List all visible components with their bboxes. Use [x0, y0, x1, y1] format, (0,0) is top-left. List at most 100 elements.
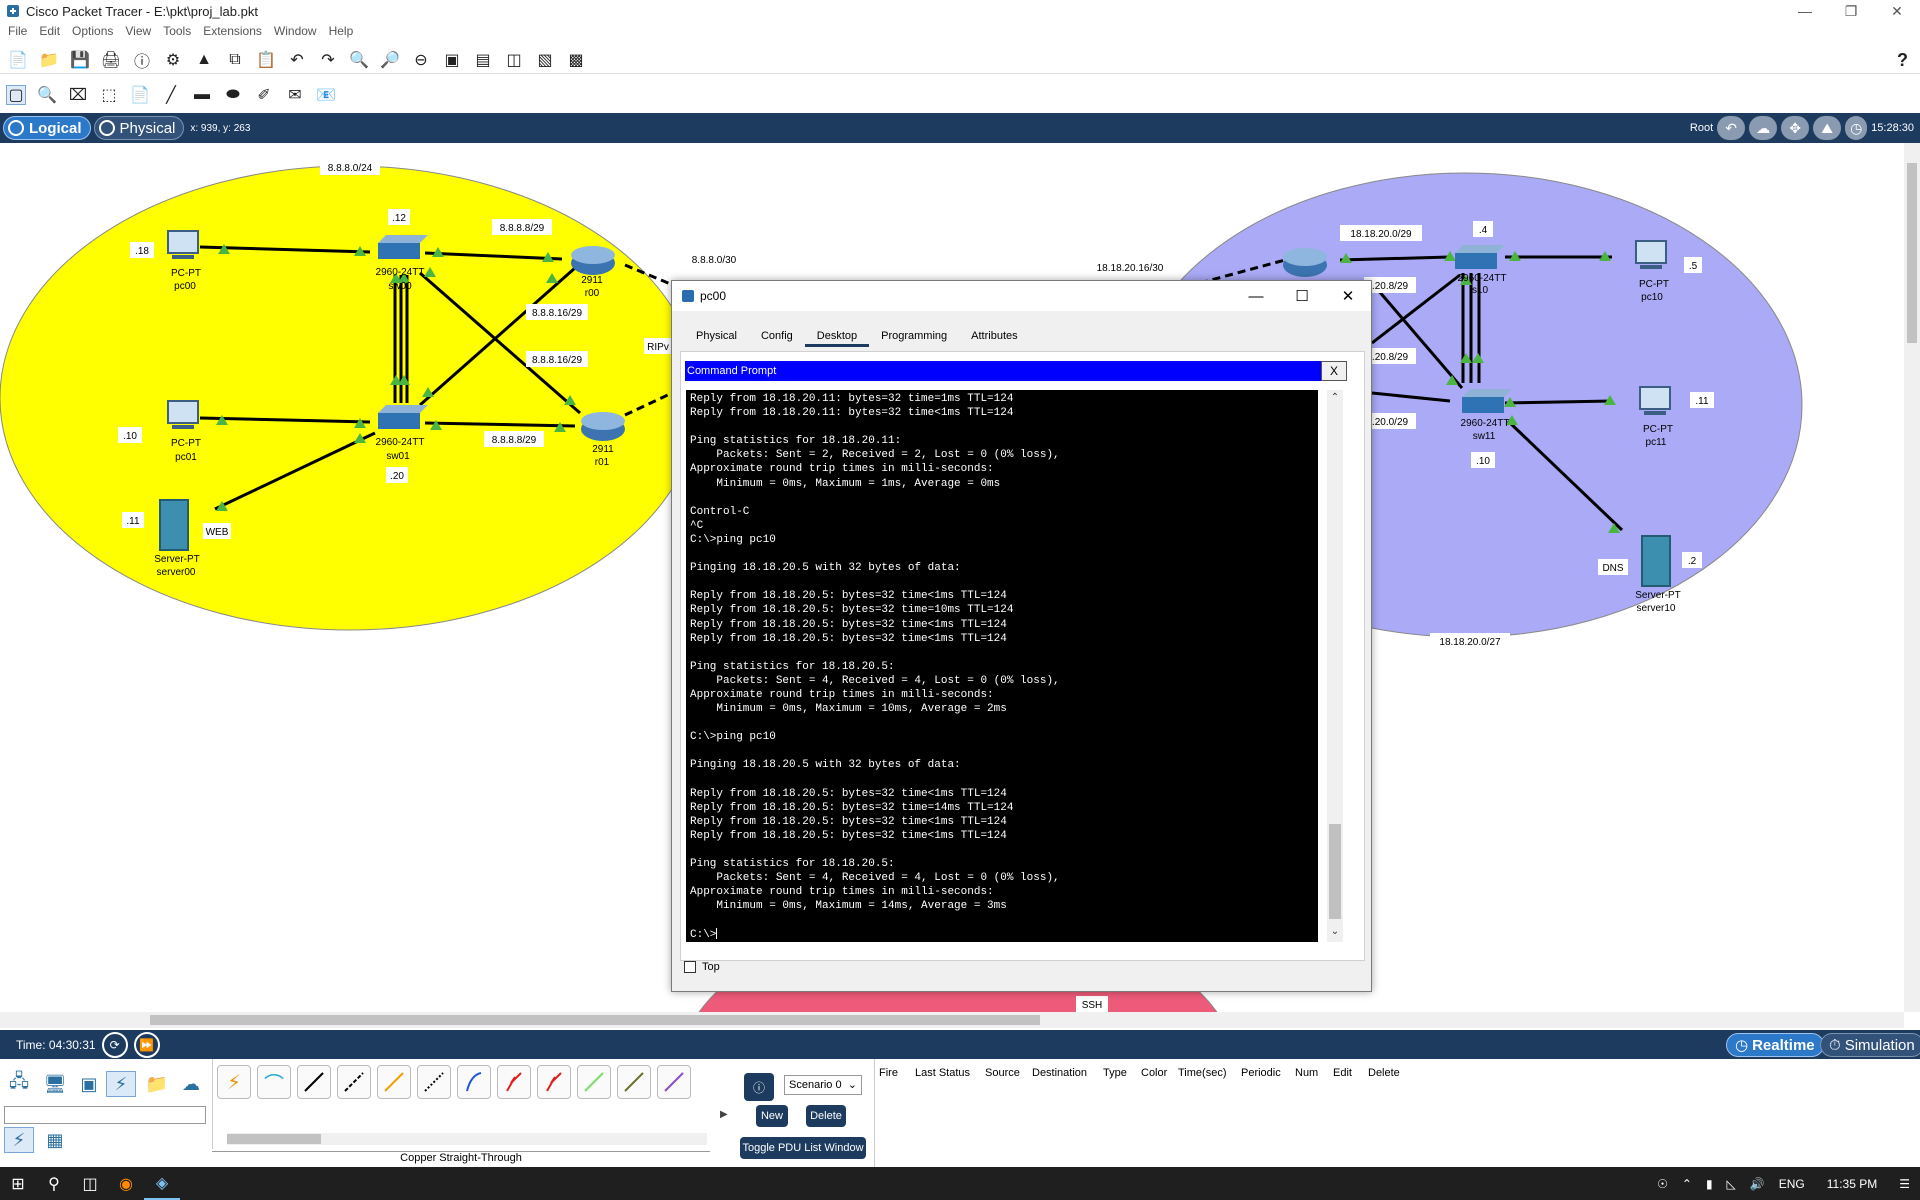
undo-icon[interactable]: ↶ [287, 50, 307, 70]
dialog-maximize-button[interactable]: ☐ [1279, 281, 1325, 311]
top-checkbox-row[interactable]: Top [684, 961, 720, 973]
language-label[interactable]: ENG [1779, 1177, 1805, 1191]
iot-cable-icon[interactable] [617, 1065, 651, 1099]
tab-programming[interactable]: Programming [869, 327, 959, 347]
info-icon[interactable]: ⓘ [132, 50, 152, 71]
copper-cross-icon[interactable] [337, 1065, 371, 1099]
close-button[interactable]: ✕ [1874, 0, 1920, 22]
resize-icon[interactable]: ⬚ [99, 85, 119, 105]
back-icon[interactable]: ↶ [1717, 116, 1746, 140]
misc-icon[interactable]: 📁 [142, 1071, 172, 1097]
new-scenario-button[interactable]: New [756, 1105, 788, 1127]
zoom-out-icon[interactable]: ⊖ [411, 50, 431, 70]
physical-icon[interactable]: ▩ [566, 50, 586, 70]
menu-window[interactable]: Window [274, 24, 317, 42]
scroll-down-icon[interactable]: ⌄ [1327, 926, 1343, 940]
connection-type-icon[interactable]: ⚡ [4, 1127, 34, 1153]
menu-edit[interactable]: Edit [39, 24, 60, 42]
zoom-in-icon[interactable]: 🔍 [349, 50, 369, 70]
scenario-info-icon[interactable]: ⓘ [744, 1073, 774, 1101]
menu-view[interactable]: View [125, 24, 151, 42]
freeform-icon[interactable]: ✐ [254, 85, 274, 105]
line-draw-icon[interactable]: ╱ [161, 85, 181, 105]
scenario-select[interactable]: Scenario 0 ⌄ [784, 1075, 862, 1095]
open-folder-icon[interactable]: 📁 [39, 50, 59, 70]
collapse-arrow-icon[interactable]: ▶ [720, 1109, 728, 1120]
realtime-tab[interactable]: ◷ Realtime [1726, 1033, 1824, 1057]
terminal-screen[interactable]: Reply from 18.18.20.11: bytes=32 time=1m… [686, 390, 1318, 942]
end-devices-icon[interactable]: 🖥 [40, 1071, 70, 1097]
viewport-icon[interactable]: ◫ [504, 50, 524, 70]
workspace-horizontal-scrollbar[interactable] [0, 1012, 1904, 1028]
activity-wizard-icon[interactable]: ▲ [194, 50, 214, 70]
r00-device[interactable] [571, 246, 615, 275]
menu-extensions[interactable]: Extensions [203, 24, 262, 42]
volume-icon[interactable]: 🔊 [1750, 1177, 1765, 1191]
complex-pdu-icon[interactable]: 📧 [316, 85, 336, 105]
serial-dte-icon[interactable] [537, 1065, 571, 1099]
fast-forward-icon[interactable]: ⏩ [133, 1031, 160, 1058]
connections-icon[interactable]: ⚡ [106, 1071, 136, 1097]
components-icon[interactable]: ▣ [74, 1071, 104, 1097]
server00-device[interactable] [159, 499, 189, 551]
simple-pdu-icon[interactable]: ✉ [285, 85, 305, 105]
ellipse-icon[interactable]: ⬬ [223, 85, 243, 105]
octal-cable-icon[interactable] [577, 1065, 611, 1099]
notifications-icon[interactable]: ☰ [1899, 1177, 1910, 1191]
physical-tab[interactable]: Physical [93, 116, 185, 140]
print-icon[interactable]: 🖨 [101, 50, 121, 70]
redo-icon[interactable]: ↷ [318, 50, 338, 70]
logical-tab[interactable]: Logical [3, 116, 91, 140]
tray-chevron-icon[interactable]: ⌃ [1682, 1177, 1692, 1191]
server10-device[interactable] [1641, 535, 1671, 587]
scroll-up-icon[interactable]: ⌃ [1327, 392, 1343, 406]
fiber-icon[interactable] [377, 1065, 411, 1099]
zoom-reset-icon[interactable]: 🔎 [380, 50, 400, 70]
device-search-box[interactable] [4, 1106, 206, 1124]
menu-help[interactable]: Help [329, 24, 354, 42]
start-icon[interactable]: ⊞ [0, 1167, 36, 1200]
device-template-icon[interactable]: ▧ [535, 50, 555, 70]
tab-desktop[interactable]: Desktop [804, 327, 870, 347]
tab-attributes[interactable]: Attributes [959, 327, 1029, 347]
r10-device[interactable] [1283, 248, 1327, 277]
minimize-button[interactable]: — [1782, 0, 1828, 22]
top-checkbox[interactable] [684, 961, 696, 973]
grid-icon[interactable]: ▦ [40, 1127, 70, 1153]
dialog-minimize-button[interactable]: — [1233, 281, 1279, 311]
people-icon[interactable]: ☉ [1657, 1177, 1668, 1191]
copper-straight-icon[interactable] [297, 1065, 331, 1099]
coaxial-icon[interactable] [457, 1065, 491, 1099]
auto-connection-icon[interactable]: ⚡ [217, 1065, 251, 1099]
delete-scenario-button[interactable]: Delete [806, 1105, 846, 1127]
delete-tool-icon[interactable]: ⌧ [68, 85, 88, 105]
drawing-palette-icon[interactable]: ▣ [442, 50, 462, 70]
r01-device[interactable] [581, 412, 625, 441]
taskbar-clock[interactable]: 11:35 PM [1827, 1177, 1877, 1191]
tab-physical[interactable]: Physical [684, 327, 749, 347]
firefox-icon[interactable]: ◉ [108, 1167, 144, 1200]
phone-cable-icon[interactable] [417, 1065, 451, 1099]
packet-tracer-taskbar-icon[interactable]: ◈ [144, 1167, 180, 1200]
note-icon[interactable]: 📄 [130, 85, 150, 105]
power-cycle-icon[interactable]: ⟳ [101, 1031, 128, 1058]
multiuser-icon[interactable]: ☁ [176, 1071, 206, 1097]
task-view-icon[interactable]: ◫ [72, 1167, 108, 1200]
network-info-icon[interactable]: ⚙ [163, 50, 183, 70]
menu-file[interactable]: File [8, 24, 27, 42]
save-icon[interactable]: 💾 [70, 50, 90, 70]
inspect-icon[interactable]: 🔍 [37, 85, 57, 105]
paste-icon[interactable]: 📋 [256, 50, 276, 70]
select-tool-icon[interactable]: ▢ [6, 85, 26, 105]
help-icon[interactable]: ? [1897, 50, 1908, 71]
command-prompt-close-button[interactable]: X [1321, 361, 1347, 381]
rectangle-icon[interactable]: ▬ [192, 85, 212, 105]
tab-config[interactable]: Config [749, 327, 805, 347]
restore-button[interactable]: ❐ [1828, 0, 1874, 22]
workspace-vertical-scrollbar[interactable] [1904, 143, 1920, 1012]
menu-tools[interactable]: Tools [163, 24, 191, 42]
connections-scrollbar[interactable] [227, 1133, 707, 1145]
copy-icon[interactable]: ⧉ [225, 50, 245, 70]
new-file-icon[interactable]: 📄 [8, 50, 28, 70]
terminal-scrollbar[interactable]: ⌃ ⌄ [1327, 390, 1343, 942]
